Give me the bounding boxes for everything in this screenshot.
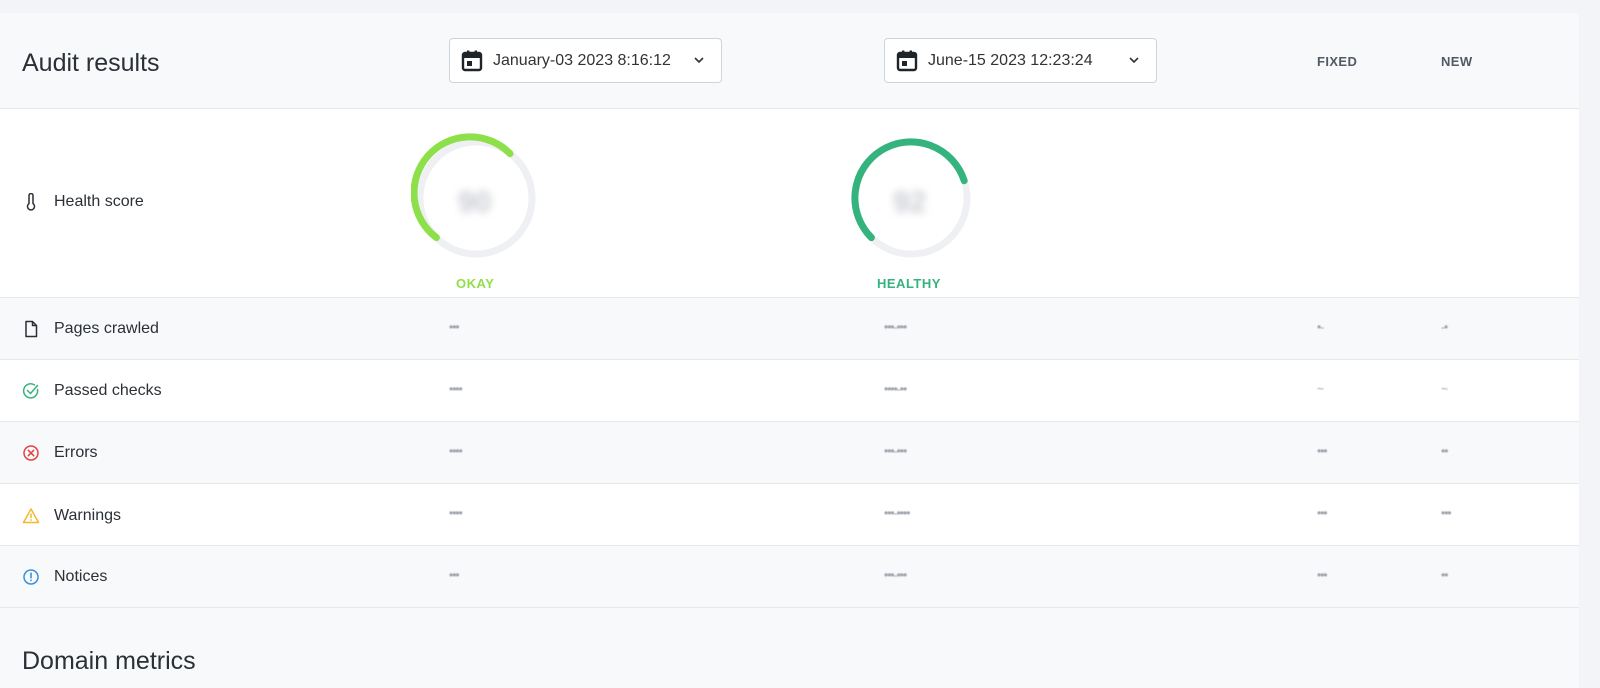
value-fixed: ••• — [1317, 506, 1328, 520]
table-row-passed-checks: Passed checks •••• ••••-•• ~ ~ — [0, 360, 1579, 422]
thermometer-icon — [26, 193, 36, 211]
value-end: •••-••• — [884, 444, 907, 458]
value-new: ••• — [1441, 506, 1452, 520]
row-label-text: Pages crawled — [54, 320, 159, 337]
row-label-text: Passed checks — [54, 382, 162, 399]
value-end: •••-••• — [884, 320, 907, 334]
value-fixed: ••• — [1317, 568, 1328, 582]
value-new: •• — [1441, 568, 1448, 582]
table-row-notices: Notices ••• •••-••• ••• •• — [0, 546, 1579, 608]
document-icon — [25, 320, 38, 338]
health-score-start-value: 90 — [458, 186, 492, 219]
date-start-value: January-03 2023 8:16:12 — [493, 51, 671, 69]
table-row-pages-crawled: Pages crawled ••• •••-••• •- -• — [0, 298, 1579, 360]
audit-header: Audit results January-03 2023 8:16:12 Ju… — [0, 13, 1579, 109]
value-end: •••-••• — [884, 568, 907, 582]
value-start: •••• — [449, 506, 463, 520]
row-label: Errors — [22, 444, 98, 462]
row-label: Warnings — [22, 507, 121, 525]
value-start: ••• — [449, 320, 460, 334]
health-score-row: Health score 90 OKAY 92 HEALTHY — [0, 109, 1579, 298]
row-label: Pages crawled — [22, 320, 159, 338]
date-end-value: June-15 2023 12:23:24 — [928, 51, 1093, 69]
row-label-text: Errors — [54, 444, 98, 461]
table-row-errors: Errors •••• •••-••• ••• •• — [0, 422, 1579, 484]
row-label: Passed checks — [22, 382, 162, 400]
page-title: Audit results — [22, 49, 160, 77]
error-circle-icon — [23, 445, 39, 461]
value-end: ••••-•• — [884, 382, 907, 396]
audit-panel: Audit results January-03 2023 8:16:12 Ju… — [0, 13, 1579, 688]
value-fixed: ••• — [1317, 444, 1328, 458]
value-fixed: ~ — [1317, 382, 1324, 396]
table-row-warnings: Warnings •••• •••-•••• ••• ••• — [0, 484, 1579, 546]
warning-triangle-icon — [22, 508, 40, 524]
value-fixed: •- — [1317, 320, 1324, 334]
date-picker-start[interactable]: January-03 2023 8:16:12 — [449, 38, 722, 83]
value-new: -• — [1441, 320, 1448, 334]
row-label-text: Warnings — [54, 507, 121, 524]
check-circle-icon — [22, 383, 39, 399]
chevron-down-icon — [1129, 57, 1139, 64]
value-start: ••• — [449, 568, 460, 582]
row-label-text: Notices — [54, 568, 108, 585]
value-new: •• — [1441, 444, 1448, 458]
health-status-start: OKAY — [456, 276, 495, 291]
health-score-label: Health score — [54, 193, 144, 210]
row-label: Notices — [22, 568, 107, 586]
calendar-icon — [461, 50, 483, 71]
calendar-icon — [896, 50, 918, 71]
domain-metrics-title: Domain metrics — [22, 647, 196, 675]
info-circle-icon — [23, 569, 39, 585]
date-picker-end[interactable]: June-15 2023 12:23:24 — [884, 38, 1157, 83]
value-start: •••• — [449, 444, 463, 458]
value-new: ~ — [1441, 382, 1448, 396]
health-score-end-value: 92 — [893, 186, 927, 219]
column-header-fixed: FIXED — [1317, 54, 1358, 69]
value-end: •••-•••• — [884, 506, 910, 520]
chevron-down-icon — [694, 57, 704, 64]
row-label-health-score: Health score — [22, 193, 144, 211]
health-status-end: HEALTHY — [877, 276, 941, 291]
column-header-new: NEW — [1441, 54, 1473, 69]
value-start: •••• — [449, 382, 463, 396]
